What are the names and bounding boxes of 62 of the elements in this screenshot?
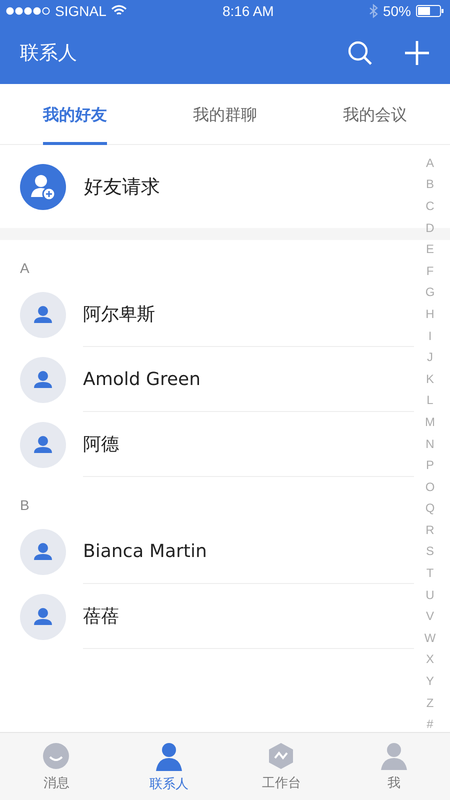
smiley-icon bbox=[42, 742, 70, 770]
nav-tab[interactable]: 工作台 bbox=[225, 733, 338, 800]
battery-icon bbox=[416, 5, 444, 17]
bluetooth-icon bbox=[368, 4, 378, 18]
index-letter[interactable]: Y bbox=[426, 670, 434, 692]
add-button[interactable] bbox=[404, 40, 430, 66]
index-letter[interactable]: # bbox=[426, 713, 434, 736]
index-letter[interactable]: M bbox=[425, 411, 435, 433]
index-letter[interactable]: U bbox=[426, 584, 434, 606]
index-letter[interactable]: V bbox=[426, 605, 434, 628]
index-letter[interactable]: K bbox=[426, 368, 434, 390]
tab[interactable]: 我的会议 bbox=[300, 84, 450, 144]
index-letter[interactable]: E bbox=[426, 238, 434, 260]
tab[interactable]: 我的群聊 bbox=[150, 84, 300, 144]
index-letter[interactable]: Q bbox=[425, 498, 435, 520]
search-button[interactable] bbox=[347, 40, 373, 66]
avatar-icon bbox=[20, 292, 66, 338]
index-letter[interactable]: O bbox=[425, 476, 435, 498]
index-letter[interactable]: X bbox=[426, 648, 434, 670]
contact-name[interactable]: 蓓蓓 bbox=[83, 584, 414, 649]
battery-text: 50% bbox=[382, 3, 411, 19]
section-letter: B bbox=[20, 497, 30, 513]
contact-name[interactable]: 阿尔卑斯 bbox=[83, 282, 414, 347]
index-letter[interactable]: D bbox=[426, 216, 434, 238]
friend-request-label[interactable]: 好友请求 bbox=[84, 174, 160, 200]
index-letter[interactable]: P bbox=[426, 454, 434, 476]
avatar-icon bbox=[20, 594, 66, 640]
avatar-icon bbox=[20, 356, 66, 402]
index-letter[interactable]: B bbox=[426, 174, 434, 196]
index-letter[interactable]: J bbox=[427, 346, 433, 368]
add-friend-icon bbox=[20, 164, 66, 210]
index-letter[interactable]: W bbox=[424, 627, 436, 649]
index-letter[interactable]: S bbox=[426, 540, 434, 562]
wifi-icon bbox=[111, 5, 128, 17]
index-letter[interactable]: G bbox=[425, 282, 435, 304]
index-letter[interactable]: I bbox=[428, 324, 432, 346]
index-letter[interactable]: F bbox=[426, 260, 434, 282]
avatar-icon bbox=[20, 528, 66, 574]
nav-tab[interactable]: 联系人 bbox=[112, 733, 225, 800]
contact-name[interactable]: Amold Green bbox=[83, 347, 414, 412]
person-icon bbox=[380, 742, 408, 770]
person-icon bbox=[154, 740, 183, 770]
carrier-text: SIGNAL bbox=[55, 3, 106, 19]
nav-tab[interactable]: 我 bbox=[338, 733, 450, 800]
page-title: 联系人 bbox=[20, 41, 77, 66]
index-letter[interactable]: T bbox=[426, 562, 434, 584]
time-text: 8:16 AM bbox=[222, 3, 274, 19]
contact-name[interactable]: Bianca Martin bbox=[83, 519, 414, 584]
index-letter[interactable]: N bbox=[426, 432, 434, 454]
index-letter[interactable]: C bbox=[426, 195, 434, 217]
nav-tab[interactable]: 消息 bbox=[0, 733, 112, 800]
index-letter[interactable]: R bbox=[426, 519, 434, 541]
chart-icon bbox=[267, 742, 296, 770]
index-letter[interactable]: A bbox=[426, 152, 434, 174]
section-letter: A bbox=[20, 260, 30, 276]
signal-icon bbox=[6, 7, 50, 15]
index-letter[interactable]: L bbox=[426, 390, 434, 412]
avatar-icon bbox=[20, 422, 66, 468]
index-letter[interactable]: H bbox=[426, 303, 434, 325]
tab[interactable]: 我的好友 bbox=[0, 84, 150, 144]
index-letter[interactable]: Z bbox=[426, 692, 434, 714]
contact-name[interactable]: 阿德 bbox=[83, 412, 414, 477]
